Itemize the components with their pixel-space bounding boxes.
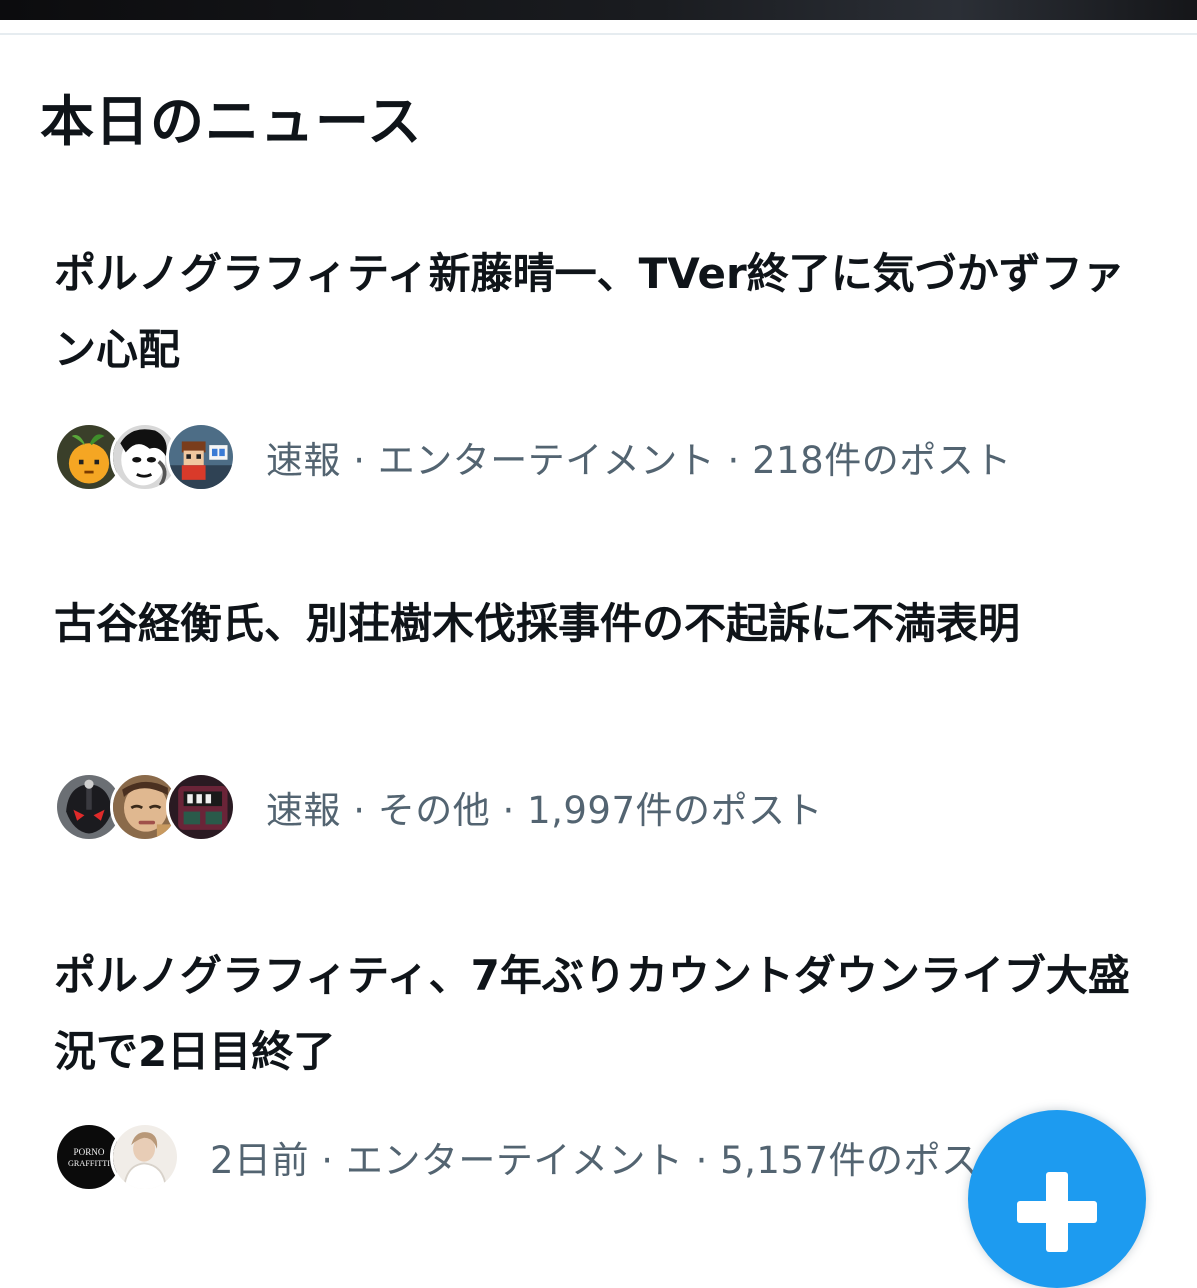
news-headline: ポルノグラフィティ新藤晴一、TVer終了に気づかずファン心配 bbox=[54, 249, 1125, 374]
news-meta-text: 2日前 · エンターテイメント · 5,157件のポスト bbox=[210, 1139, 1017, 1182]
news-meta: 速報 · エンターテイメント · 218件のポスト bbox=[54, 422, 1012, 492]
divider bbox=[0, 33, 1197, 35]
person-avatar bbox=[110, 1122, 180, 1192]
compose-button[interactable] bbox=[968, 1110, 1146, 1288]
news-meta-text: 速報 · その他 · 1,997件のポスト bbox=[266, 789, 823, 832]
svg-text:GRAFFITTI: GRAFFITTI bbox=[68, 1159, 110, 1168]
news-meta-text: 速報 · エンターテイメント · 218件のポスト bbox=[266, 439, 1012, 482]
svg-text:PORNO: PORNO bbox=[74, 1147, 105, 1157]
news-meta: PORNO GRAFFITTI 2日前 · エンターテイメント · 5,157件… bbox=[54, 1122, 1016, 1192]
status-bar bbox=[0, 0, 1197, 20]
avatar-group: PORNO GRAFFITTI bbox=[54, 1122, 180, 1192]
pixel-art-avatar bbox=[166, 422, 236, 492]
plus-icon bbox=[1017, 1172, 1097, 1252]
section-title: 本日のニュース bbox=[40, 90, 423, 153]
news-item[interactable]: ポルノグラフィティ新藤晴一、TVer終了に気づかずファン心配 速報 · エンター… bbox=[0, 236, 1197, 526]
avatar-group bbox=[54, 422, 236, 492]
train-avatar bbox=[166, 772, 236, 842]
news-meta: 速報 · その他 · 1,997件のポスト bbox=[54, 772, 823, 842]
news-item[interactable]: 古谷経衡氏、別荘樹木伐採事件の不起訴に不満表明 速報 · その他 · 1,997… bbox=[0, 586, 1197, 876]
avatar-group bbox=[54, 772, 236, 842]
news-headline: 古谷経衡氏、別荘樹木伐採事件の不起訴に不満表明 bbox=[54, 599, 1021, 648]
news-headline: ポルノグラフィティ、7年ぶりカウントダウンライブ大盛況で2日目終了 bbox=[54, 951, 1130, 1076]
